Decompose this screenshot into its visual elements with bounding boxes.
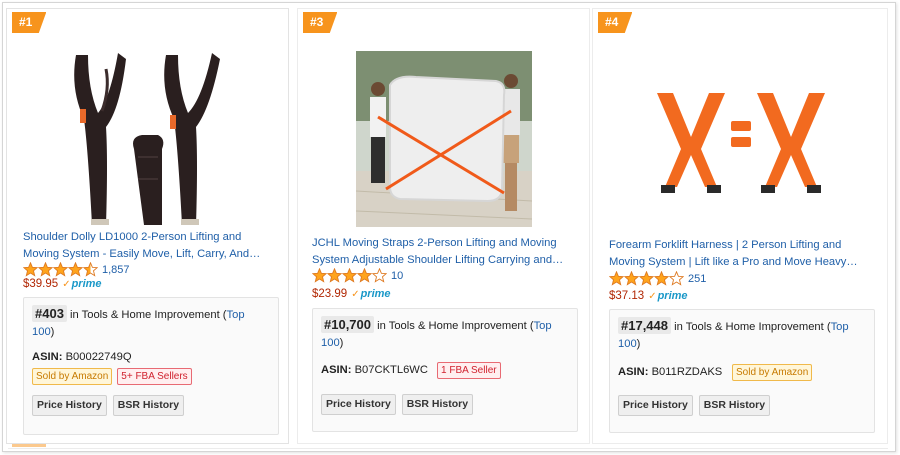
asin-line: ASIN: B07CKTL6WC	[321, 364, 428, 376]
product-card[interactable]: #4 Forearm Forklift Harness | 2 Person L…	[592, 8, 888, 444]
history-buttons: Price History BSR History	[32, 395, 185, 416]
next-row-badge-hint	[12, 444, 46, 447]
check-icon: ✓	[648, 290, 657, 302]
fba-sellers-tag: 1 FBA Seller	[437, 362, 501, 379]
review-count[interactable]: 10	[391, 270, 403, 282]
seller-tags: Sold by Amazon 5+ FBA Sellers	[32, 368, 192, 385]
fba-sellers-tag: 5+ FBA Sellers	[117, 368, 192, 385]
star-icon	[38, 262, 53, 277]
top-100-link[interactable]: Top	[831, 321, 849, 333]
star-icon	[68, 262, 83, 277]
bsr-rank: #403	[32, 305, 67, 322]
price-history-button[interactable]: Price History	[321, 394, 396, 415]
star-icon	[23, 262, 38, 277]
star-icon	[669, 271, 684, 286]
bsr-history-button[interactable]: BSR History	[112, 395, 185, 416]
review-count[interactable]: 1,857	[102, 264, 130, 276]
rank-badge: #3	[303, 12, 338, 33]
bsr-line: #10,700 in Tools & Home Improvement (Top…	[321, 316, 552, 349]
top-100-link-cont[interactable]: 100	[321, 337, 340, 349]
top-100-link-cont[interactable]: 100	[618, 338, 637, 350]
orange-harness-straps-image[interactable]	[651, 87, 831, 199]
star-icon	[372, 268, 387, 283]
star-icon	[624, 271, 639, 286]
sold-by-amazon-tag: Sold by Amazon	[732, 364, 813, 381]
star-icon	[312, 268, 327, 283]
asin-line: ASIN: B011RZDAKS	[618, 366, 723, 378]
asin-value: B07CKTL6WC	[354, 364, 428, 376]
top-100-link[interactable]: Top	[227, 309, 245, 321]
bsr-rank: #17,448	[618, 317, 671, 334]
price-row: $37.13 ✓ prime	[609, 290, 688, 302]
star-icon	[327, 268, 342, 283]
seller-tags: Sold by Amazon	[732, 364, 813, 381]
stars	[312, 268, 387, 283]
prime-badge: ✓ prime	[351, 288, 391, 300]
top-100-link[interactable]: Top	[534, 320, 552, 332]
check-icon: ✓	[351, 288, 360, 300]
price-history-button[interactable]: Price History	[32, 395, 107, 416]
rating[interactable]: 251	[609, 271, 706, 286]
price: $23.99	[312, 288, 348, 300]
price: $37.13	[609, 290, 645, 302]
bsr-history-button[interactable]: BSR History	[401, 394, 474, 415]
price-row: $39.95 ✓ prime	[23, 278, 102, 290]
check-icon: ✓	[62, 278, 71, 290]
price-history-button[interactable]: Price History	[618, 395, 693, 416]
bsr-history-button[interactable]: BSR History	[698, 395, 771, 416]
history-buttons: Price History BSR History	[321, 394, 474, 415]
price: $39.95	[23, 278, 59, 290]
top-100-link-cont[interactable]: 100	[32, 326, 51, 338]
star-icon	[639, 271, 654, 286]
asin-line: ASIN: B00022749Q	[32, 351, 132, 363]
prime-badge: ✓ prime	[648, 290, 688, 302]
sold-by-amazon-tag: Sold by Amazon	[32, 368, 113, 385]
product-card[interactable]: #1 Shoulder Dolly LD1000 2-Person Liftin…	[6, 8, 289, 444]
stars	[23, 262, 98, 277]
history-buttons: Price History BSR History	[618, 395, 771, 416]
asin-value: B011RZDAKS	[651, 366, 723, 378]
star-icon	[654, 271, 669, 286]
review-count[interactable]: 251	[688, 273, 706, 285]
two-men-carrying-mattress-image[interactable]	[356, 51, 532, 227]
price-row: $23.99 ✓ prime	[312, 288, 391, 300]
star-icon	[357, 268, 372, 283]
product-card[interactable]: #3 JCHL Moving Straps 2-Person Lifting a…	[297, 8, 590, 444]
bsr-line: #403 in Tools & Home Improvement (Top 100…	[32, 305, 245, 338]
rating[interactable]: 10	[312, 268, 403, 283]
bsr-rank: #10,700	[321, 316, 374, 333]
prime-badge: ✓ prime	[62, 278, 102, 290]
star-icon	[53, 262, 68, 277]
product-title[interactable]: Forearm Forklift Harness | 2 Person Lift…	[609, 237, 858, 271]
rating[interactable]: 1,857	[23, 262, 130, 277]
star-icon	[342, 268, 357, 283]
black-shoulder-straps-image[interactable]	[62, 49, 234, 229]
star-icon	[609, 271, 624, 286]
rank-badge: #1	[12, 12, 47, 33]
divider	[8, 448, 888, 449]
star-icon	[83, 262, 98, 277]
product-title[interactable]: Shoulder Dolly LD1000 2-Person Lifting a…	[23, 229, 260, 263]
bsr-line: #17,448 in Tools & Home Improvement (Top…	[618, 317, 849, 350]
rank-badge: #4	[598, 12, 633, 33]
asin-value: B00022749Q	[65, 351, 132, 363]
stars	[609, 271, 684, 286]
seller-tags: 1 FBA Seller	[437, 362, 501, 379]
product-title[interactable]: JCHL Moving Straps 2-Person Lifting and …	[312, 235, 563, 269]
